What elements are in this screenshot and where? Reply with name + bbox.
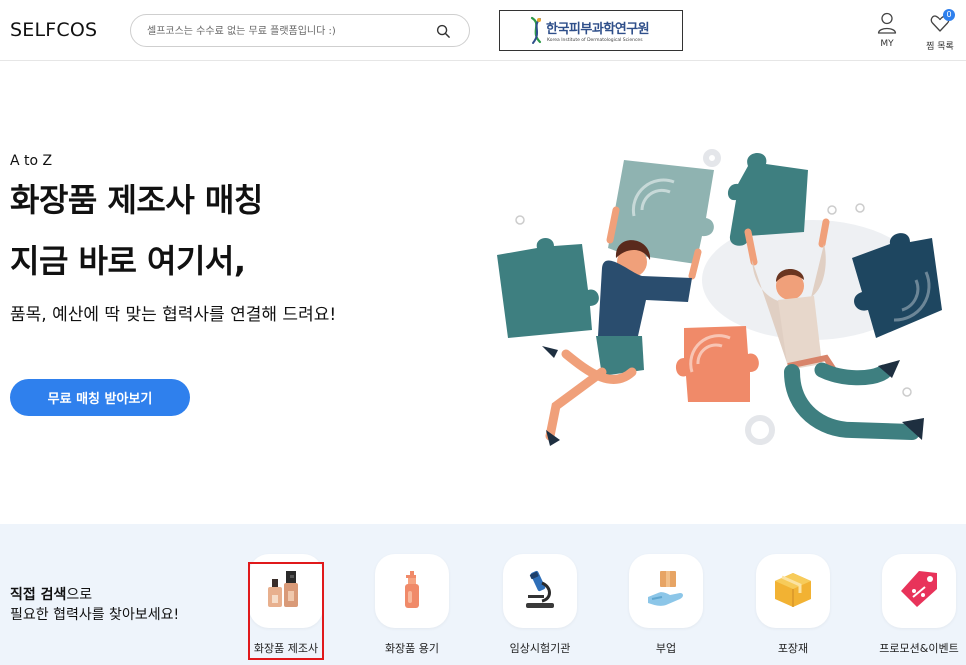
- category-label: 부업: [655, 642, 677, 655]
- search-input[interactable]: [147, 22, 417, 40]
- my-label: MY: [880, 39, 894, 49]
- hero-eyebrow: A to Z: [10, 153, 53, 169]
- hero-description: 품목, 예산에 딱 맞는 협력사를 연결해 드려요!: [10, 305, 337, 325]
- category-label: 프로모션&이벤트: [879, 642, 959, 655]
- wishlist-button[interactable]: 0 찜 목록: [918, 9, 962, 54]
- site-logo[interactable]: SELFCOS: [10, 19, 97, 41]
- microscope-icon: [526, 570, 554, 608]
- package-box-icon: [775, 573, 811, 607]
- direct-search-text: 직접 검색으로 필요한 협력사를 찾아보세요!: [10, 585, 179, 625]
- category-tile: [629, 554, 703, 628]
- puzzle-people-illustration: [497, 149, 942, 446]
- hero-title-line2: 지금 바로 여기서,: [10, 242, 246, 280]
- hero-title-line1: 화장품 제조사 매칭: [10, 181, 263, 219]
- puzzle-piece-coral: [675, 326, 759, 402]
- foundation-bottles-icon: [268, 571, 298, 607]
- category-tile: [503, 554, 577, 628]
- category-tile: [756, 554, 830, 628]
- puzzle-piece-teal-left: [497, 237, 599, 338]
- category-tile: [249, 554, 323, 628]
- puzzle-piece-dark-teal: [727, 152, 808, 246]
- category-tile: [882, 554, 956, 628]
- category-label: 화장품 용기: [384, 642, 440, 655]
- free-matching-button[interactable]: 무료 매칭 받아보기: [10, 379, 190, 416]
- wishlist-label: 찜 목록: [926, 42, 954, 52]
- category-label: 포장재: [777, 642, 809, 655]
- direct-search-rest: 으로: [66, 587, 93, 603]
- category-cosmetics-container[interactable]: 화장품 용기: [357, 554, 467, 665]
- partner-banner[interactable]: 한국피부과학연구원 Korea Institute of Dermatologi…: [499, 10, 683, 51]
- pump-bottle-icon: [405, 571, 419, 608]
- partner-subtitle: Korea Institute of Dermatological Scienc…: [547, 38, 643, 43]
- category-promotion-event[interactable]: 프로모션&이벤트: [864, 554, 966, 665]
- partner-name: 한국피부과학연구원: [546, 22, 650, 37]
- category-side-job[interactable]: 부업: [611, 554, 721, 665]
- direct-search-bold: 직접 검색: [10, 587, 67, 603]
- category-clinical-trial[interactable]: 임상시험기관: [485, 554, 595, 665]
- user-icon: [877, 12, 897, 34]
- category-label: 화장품 제조사: [253, 642, 319, 655]
- search-bar[interactable]: [130, 14, 470, 47]
- category-packaging[interactable]: 포장재: [738, 554, 848, 665]
- category-tile: [375, 554, 449, 628]
- site-header: SELFCOS 한국피부과학연구원 Korea Institute of Der…: [0, 0, 966, 61]
- category-cosmetics-manufacturer[interactable]: 화장품 제조사: [231, 554, 341, 665]
- price-tag-icon: [901, 571, 937, 607]
- category-label: 임상시험기관: [509, 642, 571, 655]
- hand-box-icon: [648, 571, 683, 606]
- direct-search-line2: 필요한 협력사를 찾아보세요!: [10, 607, 180, 623]
- dna-logo-icon: [530, 16, 542, 44]
- my-page-button[interactable]: MY: [865, 12, 909, 54]
- search-icon[interactable]: [436, 24, 451, 39]
- wishlist-count-badge: 0: [943, 9, 955, 21]
